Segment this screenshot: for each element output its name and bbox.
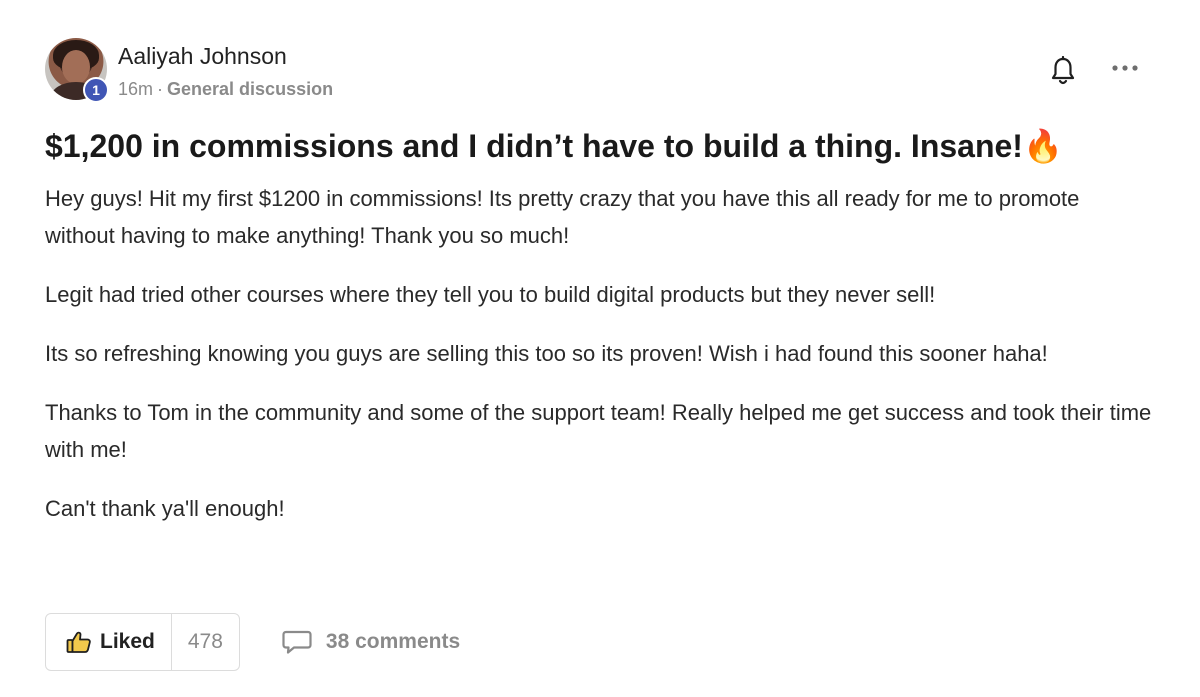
post-meta: 16m · General discussion — [118, 79, 333, 100]
avatar-face — [62, 50, 90, 84]
post-time: 16m — [118, 79, 154, 99]
post-category[interactable]: General discussion — [167, 79, 333, 99]
like-label: Liked — [100, 630, 155, 653]
bell-icon[interactable] — [1050, 56, 1076, 86]
post-paragraph: Legit had tried other courses where they… — [45, 282, 936, 307]
post-paragraph: Hey guys! Hit my first $1200 in commissi… — [45, 186, 1080, 248]
more-horizontal-icon[interactable] — [1110, 62, 1140, 74]
post-header: 1 Aaliyah Johnson 16m · General discussion — [45, 38, 1155, 103]
post-paragraph: Its so refreshing knowing you guys are s… — [45, 341, 1048, 366]
meta-separator: · — [157, 79, 164, 99]
like-button[interactable]: Liked — [46, 614, 171, 670]
level-badge: 1 — [83, 77, 109, 103]
author-name[interactable]: Aaliyah Johnson — [118, 43, 287, 70]
post-body: Hey guys! Hit my first $1200 in commissi… — [45, 180, 1155, 527]
comments-button[interactable]: 38 comments — [282, 629, 460, 655]
post-actions: Liked 478 38 comments — [45, 613, 460, 671]
comment-bubble-icon — [282, 630, 312, 654]
post-paragraph: Thanks to Tom in the community and some … — [45, 400, 1152, 462]
post-paragraph: Can't thank ya'll enough! — [45, 496, 285, 521]
post-card: 1 Aaliyah Johnson 16m · General discussion… — [45, 38, 1155, 549]
comments-label: 38 comments — [325, 630, 461, 653]
post-title: $1,200 in commissions and I didn’t have … — [45, 128, 1063, 164]
author-avatar-wrap[interactable]: 1 — [45, 38, 109, 103]
thumbs-up-icon — [66, 631, 91, 653]
like-control: Liked 478 — [45, 613, 240, 671]
like-count[interactable]: 478 — [170, 614, 239, 670]
